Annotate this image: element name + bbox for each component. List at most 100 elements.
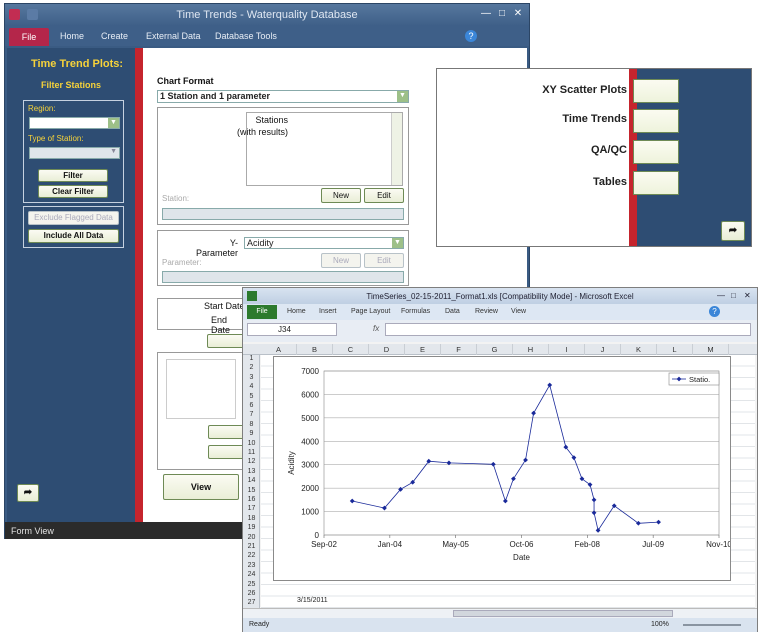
data-point: [531, 410, 536, 416]
region-combo[interactable]: ▼: [29, 117, 120, 129]
excel-tab-formulas[interactable]: Formulas: [401, 308, 430, 315]
name-box[interactable]: J34: [247, 323, 337, 336]
column-header-l[interactable]: L: [657, 344, 693, 355]
column-header-b[interactable]: B: [297, 344, 333, 355]
column-header-h[interactable]: H: [513, 344, 549, 355]
zoom-slider[interactable]: [683, 624, 741, 626]
minimize-icon[interactable]: —: [479, 8, 493, 19]
chevron-down-icon[interactable]: ▼: [110, 148, 117, 155]
column-header-f[interactable]: F: [441, 344, 477, 355]
chart-format-label: Chart Format: [157, 76, 214, 86]
panel-title: Time Trend Plots:: [30, 58, 124, 70]
chevron-down-icon[interactable]: ▼: [397, 91, 408, 102]
data-point: [656, 519, 661, 525]
station-combo[interactable]: [162, 208, 404, 220]
help-icon[interactable]: ?: [465, 30, 477, 42]
edit-station-button[interactable]: Edit: [364, 188, 404, 203]
tables-button[interactable]: [633, 171, 679, 195]
close-icon[interactable]: ✕: [511, 8, 525, 19]
excel-tab-review[interactable]: Review: [475, 308, 498, 315]
tab-file[interactable]: File: [9, 28, 49, 46]
data-point: [523, 457, 528, 463]
filter-group: Region: ▼ Type of Station: ▼ Filter Clea…: [23, 100, 124, 203]
time-trends-label: Time Trends: [562, 113, 627, 125]
filter-button[interactable]: Filter: [38, 169, 108, 182]
cell-a26[interactable]: 3/15/2011: [297, 597, 328, 604]
options-group: [157, 352, 249, 470]
chevron-down-icon[interactable]: ▼: [108, 118, 119, 128]
horizontal-scrollbar[interactable]: [453, 610, 673, 617]
excel-tab-page-layout[interactable]: Page Layout: [351, 308, 390, 315]
data-point: [595, 527, 601, 533]
edit-parameter-button[interactable]: Edit: [364, 253, 404, 268]
column-header-d[interactable]: D: [369, 344, 405, 355]
stations-listbox[interactable]: [246, 112, 403, 186]
maximize-icon[interactable]: □: [731, 291, 736, 300]
clear-filter-button[interactable]: Clear Filter: [38, 185, 108, 198]
date-group: Start Date End Date: [157, 298, 249, 335]
data-point: [511, 476, 516, 482]
xy-scatter-plots-button[interactable]: [633, 79, 679, 103]
include-all-data-button[interactable]: Include All Data: [28, 229, 119, 243]
new-parameter-button[interactable]: New: [321, 253, 361, 268]
xy-scatter-plots-label: XY Scatter Plots: [542, 84, 627, 96]
chart-area[interactable]: 0 1000 2000 3000 4000 5000 6000 7000 Sep-02 Jan-0…: [273, 356, 732, 581]
hidden-button-1[interactable]: [207, 334, 247, 348]
column-header-c[interactable]: C: [333, 344, 369, 355]
minimize-icon[interactable]: —: [717, 291, 725, 300]
chart-format-value: 1 Station and 1 parameter: [160, 91, 271, 101]
excel-tab-insert[interactable]: Insert: [319, 308, 337, 315]
y-parameter-group: Y-Parameter Acidity ▼ Parameter: New Edi…: [157, 230, 409, 286]
exit-door-icon[interactable]: ➦: [17, 484, 39, 502]
stations-scrollbar[interactable]: [391, 113, 402, 185]
y-tick-label: 7000: [301, 367, 319, 376]
view-button[interactable]: View: [163, 474, 239, 500]
tab-database-tools[interactable]: Database Tools: [215, 31, 277, 41]
chart-format-combo[interactable]: 1 Station and 1 parameter ▼: [157, 90, 409, 103]
row-headers: 1 2 3 4 5 6 7 8 9 10 11 12 13 14 15 16 17 18 19 20 21 22 23 24 2…: [243, 355, 260, 610]
exit-door-icon[interactable]: ➦: [721, 221, 745, 241]
y-parameter-combo[interactable]: Acidity ▼: [244, 237, 404, 249]
excel-tab-view[interactable]: View: [511, 308, 526, 315]
maximize-icon[interactable]: □: [495, 8, 509, 19]
column-header-i[interactable]: I: [549, 344, 585, 355]
column-header-e[interactable]: E: [405, 344, 441, 355]
tables-label: Tables: [592, 176, 627, 188]
y-tick-label: 0: [315, 531, 320, 540]
excel-tab-file[interactable]: File: [247, 305, 277, 319]
exclude-flagged-data-button[interactable]: Exclude Flagged Data: [28, 211, 119, 225]
qa-qc-label: QA/QC: [590, 144, 627, 156]
chevron-down-icon[interactable]: ▼: [392, 238, 403, 248]
x-tick-label: May-05: [442, 540, 469, 549]
time-trends-button[interactable]: [633, 109, 679, 133]
column-header-a[interactable]: A: [261, 344, 297, 355]
column-header-m[interactable]: M: [693, 344, 729, 355]
tab-home[interactable]: Home: [60, 31, 84, 41]
sheet-tabs-bar: [243, 608, 757, 618]
data-point: [547, 382, 553, 388]
help-icon[interactable]: ?: [709, 306, 720, 317]
fx-icon[interactable]: fx: [373, 324, 379, 333]
tab-create[interactable]: Create: [101, 31, 128, 41]
column-header-g[interactable]: G: [477, 344, 513, 355]
qa-qc-button[interactable]: [633, 140, 679, 164]
plot-area: [323, 370, 720, 536]
column-header-j[interactable]: J: [585, 344, 621, 355]
tab-external-data[interactable]: External Data: [146, 31, 201, 41]
x-tick-label: Jan-04: [378, 540, 403, 549]
excel-tab-home[interactable]: Home: [287, 308, 306, 315]
column-header-k[interactable]: K: [621, 344, 657, 355]
formula-input[interactable]: [385, 323, 751, 336]
options-listbox[interactable]: [166, 359, 236, 419]
formula-bar: J34 fx: [243, 320, 757, 342]
new-station-button[interactable]: New: [321, 188, 361, 203]
parameter-combo[interactable]: [162, 271, 404, 283]
x-tick-label: Nov-10: [706, 540, 730, 549]
type-of-station-combo[interactable]: ▼: [29, 147, 120, 159]
divider-bar: [135, 48, 143, 522]
excel-window: TimeSeries_02-15-2011_Format1.xls [Compa…: [242, 287, 758, 632]
close-icon[interactable]: ✕: [744, 291, 751, 300]
y-parameter-label: Y-Parameter: [195, 238, 238, 258]
excel-window-title: TimeSeries_02-15-2011_Format1.xls [Compa…: [366, 292, 634, 301]
excel-tab-data[interactable]: Data: [445, 308, 460, 315]
